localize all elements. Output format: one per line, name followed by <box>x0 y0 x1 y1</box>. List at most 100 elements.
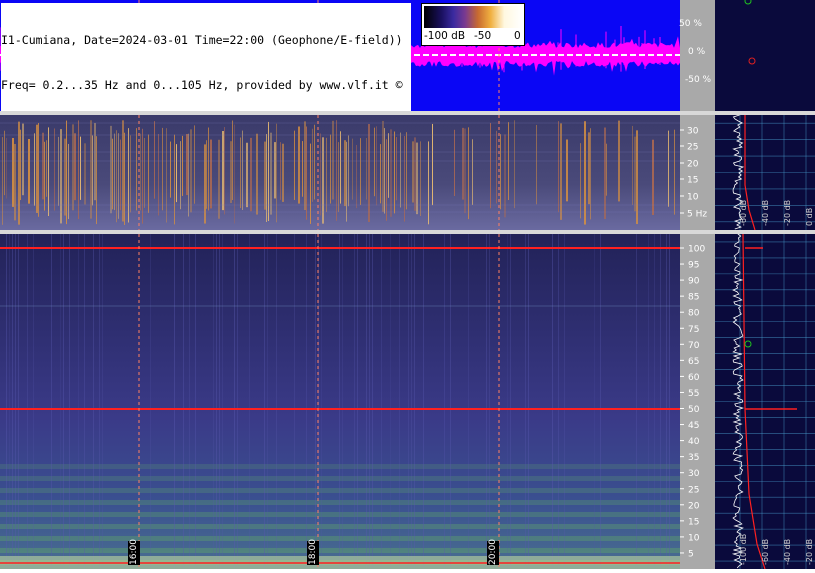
side-db-label: -40 dB <box>761 200 770 226</box>
side-db-label: -60 dB <box>739 200 748 226</box>
spec2-streak <box>414 234 415 569</box>
spec2-tick-label: 5 <box>688 549 694 559</box>
spec1-burst <box>268 121 269 222</box>
spec2-streak <box>600 234 601 569</box>
spec1-burst <box>432 123 433 206</box>
spec2-streak <box>33 234 34 569</box>
spec1-burst <box>412 141 414 203</box>
spec1-burst <box>500 134 501 210</box>
spec1-burst <box>246 142 248 208</box>
spec1-burst <box>326 137 327 212</box>
spec1-burst <box>42 132 44 200</box>
spec1-burst <box>256 133 258 215</box>
spec2-streak <box>525 234 526 569</box>
spec2-tick-label: 30 <box>688 469 700 479</box>
spec1-burst <box>382 120 384 212</box>
spec2-streak <box>264 234 265 569</box>
spec1-burst <box>68 143 69 220</box>
spec1-burst <box>120 139 121 211</box>
spec1-burst <box>148 134 149 213</box>
spec2-tick-label: 95 <box>688 261 699 271</box>
spec1-burst <box>194 125 195 204</box>
side-db-label: 0 dB <box>805 208 814 226</box>
spec1-burst <box>122 120 124 222</box>
side-spectrum-low-plot: -60 dB -40 dB -20 dB 0 dB <box>715 114 815 231</box>
colorbar-gradient <box>424 6 522 28</box>
spec2-streak <box>60 234 61 569</box>
spec1-burst <box>590 128 591 220</box>
spec1-burst <box>250 137 252 212</box>
spec1-burst <box>142 128 143 224</box>
spec2-tick-label: 40 <box>688 437 700 447</box>
spec1-burst <box>6 137 7 199</box>
spec2-streak <box>6 234 7 569</box>
spec1-burst <box>320 133 321 216</box>
spec2-streak <box>276 234 277 569</box>
spec2-axis-ticks: 100 95 90 85 80 75 70 65 60 55 50 45 40 35 30 25 20 15 10 5 <box>680 245 705 559</box>
spec1-burst <box>182 135 183 196</box>
spec1-burst <box>144 137 145 208</box>
spec1-burst <box>388 133 389 198</box>
spec2-streak <box>468 234 469 569</box>
spec1-burst <box>74 133 76 201</box>
spec2-streak <box>390 234 391 569</box>
spec1-burst <box>384 128 385 214</box>
spec1-burst <box>20 129 21 201</box>
spec1-burst <box>274 142 276 199</box>
spec2-streak <box>267 234 268 569</box>
spec2-streak <box>63 234 64 569</box>
spec1-burst <box>242 130 243 210</box>
spec2-tick-label: 45 <box>688 421 699 431</box>
spec1-burst <box>170 141 171 198</box>
spec1-burst <box>58 136 59 206</box>
spec1-burst <box>400 132 401 208</box>
spec1-burst <box>652 139 654 216</box>
spec1-burst <box>390 129 392 217</box>
spec2-streak <box>411 234 412 569</box>
spec2-tick-label: 20 <box>688 501 700 511</box>
spec2-tick-label: 15 <box>688 517 699 527</box>
spec2-tick-label: 100 <box>688 245 705 255</box>
side-spectrum-trace <box>731 233 744 569</box>
spec1-burst <box>208 127 209 211</box>
spec1-burst <box>188 133 189 217</box>
waveform-axis: 50 % 0 % -50 % <box>679 0 715 111</box>
spec1-burst <box>28 139 30 204</box>
spec1-burst <box>270 132 272 215</box>
waveform-panel: I1-Cumiana, Date=2024-03-01 Time=22:00 (… <box>0 0 680 111</box>
spec2-streak <box>342 234 343 569</box>
spec1-burst <box>46 140 47 197</box>
spec1-burst <box>186 134 188 196</box>
side-wave-markers <box>744 0 756 65</box>
spec2-streak <box>102 234 103 569</box>
spec2-streak <box>399 234 400 569</box>
spec1-burst <box>332 120 334 200</box>
spec1-burst <box>60 129 62 224</box>
spec2-streak <box>69 234 70 569</box>
spec2-tick-label: 80 <box>688 309 700 319</box>
spec1-burst <box>266 134 267 222</box>
spec2-streak <box>339 234 340 569</box>
spec1-burst <box>472 139 473 205</box>
spec2-streak <box>321 234 322 569</box>
spec1-burst <box>580 143 581 219</box>
side-db-label: -40 dB <box>783 539 792 565</box>
spec2-streak <box>12 234 13 569</box>
title-line-2: Freq= 0.2...35 Hz and 0...105 Hz, provid… <box>1 78 403 92</box>
spec2-tick-label: 35 <box>688 453 699 463</box>
spec2-streak <box>195 234 196 569</box>
spec1-burst <box>560 123 562 220</box>
spec1-burst <box>232 120 233 201</box>
spec1-burst <box>306 126 307 220</box>
spec1-burst <box>404 136 405 222</box>
spec2-streak <box>564 234 565 569</box>
spec2-axis: 100 95 90 85 80 75 70 65 60 55 50 45 40 35 30 25 20 15 10 5 <box>680 234 715 569</box>
spec1-burst <box>344 140 346 207</box>
spec1-burst <box>312 128 313 202</box>
spec1-burst <box>14 143 16 221</box>
spec2-streak <box>669 234 670 569</box>
spec1-burst <box>4 130 5 196</box>
spec1-burst <box>210 139 212 209</box>
side-db-label: -20 dB <box>805 539 814 565</box>
spec1-burst <box>604 127 606 220</box>
